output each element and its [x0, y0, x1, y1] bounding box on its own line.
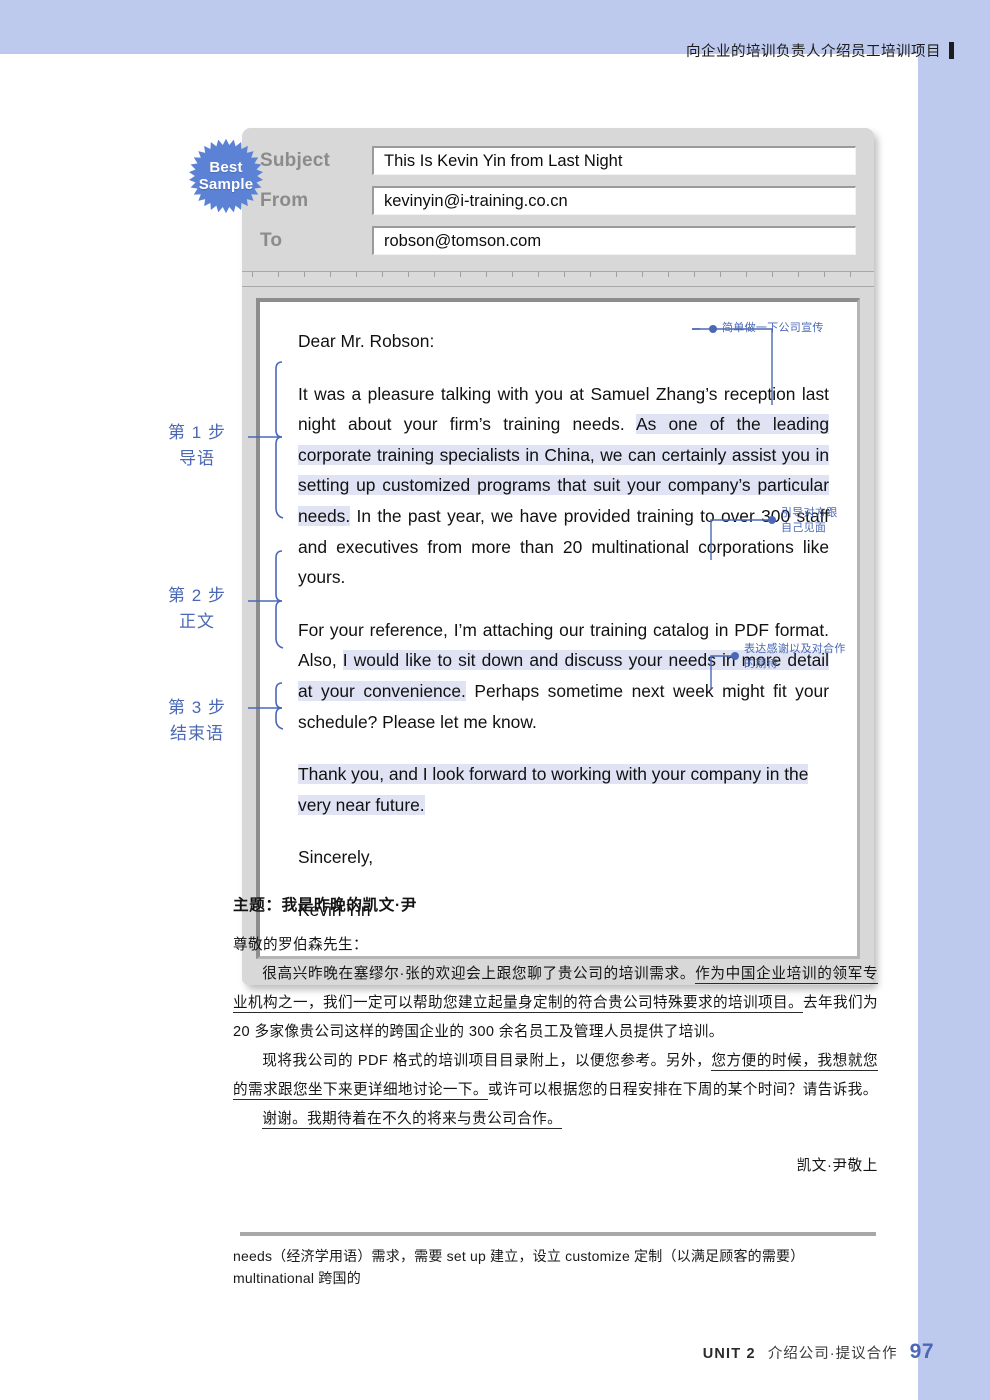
annotation-1-text: 简单做一下公司宣传	[722, 322, 824, 334]
step-marker-2: 第 2 步 正文	[142, 583, 252, 635]
best-sample-badge: Best Sample	[188, 138, 264, 214]
ruler-tick	[330, 272, 331, 277]
ruler-tick	[746, 272, 747, 277]
translation-paragraph-2: 现将我公司的 PDF 格式的培训项目目录附上，以便您参考。另外，您方便的时候，我…	[233, 1047, 878, 1105]
letter-paragraph-3: Thank you, and I look forward to working…	[298, 759, 829, 820]
tp2-b: 或许可以根据您的日程安排在下周的某个时间？请告诉我。	[487, 1082, 878, 1098]
ruler-tick	[616, 272, 617, 277]
email-header: Subject This Is Kevin Yin from Last Nigh…	[242, 128, 874, 271]
annotation-3-line-1: 表达感谢以及对合作	[744, 643, 846, 655]
ruler-tick	[382, 272, 383, 277]
to-label: To	[260, 229, 283, 251]
subject-input[interactable]: This Is Kevin Yin from Last Night	[372, 146, 856, 175]
tp3-underlined: 谢谢。我期待着在不久的将来与贵公司合作。	[262, 1111, 563, 1129]
running-head-text: 向企业的培训负责人介绍员工培训项目	[686, 44, 941, 60]
letter-closing: Sincerely,	[298, 847, 374, 868]
letter-paragraph-1: It was a pleasure talking with you at Sa…	[298, 379, 829, 593]
annotation-2: 引导对方跟 自己见面	[781, 506, 838, 536]
from-input[interactable]: kevinyin@i-training.co.cn	[372, 186, 856, 215]
email-body-wrapper: Dear Mr. Robson: It was a pleasure talki…	[242, 287, 874, 985]
ruler-tick	[824, 272, 825, 277]
running-head: 向企业的培训负责人介绍员工培训项目	[686, 40, 954, 61]
ruler-tick	[564, 272, 565, 277]
ruler-tick	[486, 272, 487, 277]
email-body-text-area[interactable]: Dear Mr. Robson: It was a pleasure talki…	[256, 298, 860, 959]
ruler-tick	[512, 272, 513, 277]
ruler-tick	[252, 272, 253, 277]
email-client-panel: Subject This Is Kevin Yin from Last Nigh…	[242, 128, 874, 985]
ruler-tick	[720, 272, 721, 277]
step-marker-3: 第 3 步 结束语	[142, 695, 252, 747]
annotation-1: 简单做一下公司宣传	[722, 321, 824, 336]
from-label: From	[260, 189, 309, 211]
page-footer: UNIT 2 介绍公司·提议合作 97	[703, 1340, 934, 1364]
ruler-tick	[460, 272, 461, 277]
ruler-tick	[642, 272, 643, 277]
ruler-tick	[408, 272, 409, 277]
step-2-title: 第 2 步	[168, 586, 226, 605]
annotation-3: 表达感谢以及对合作 的期待	[744, 642, 846, 672]
translation-signature: 凯文·尹敬上	[796, 1158, 878, 1174]
ruler-tick	[798, 272, 799, 277]
email-field-row-subject: Subject This Is Kevin Yin from Last Nigh…	[260, 146, 856, 175]
p1-after: In the past year, we have provided train…	[298, 505, 829, 588]
ruler-tick	[850, 272, 851, 277]
ruler-tick	[356, 272, 357, 277]
annotation-2-line-1: 引导对方跟	[781, 507, 838, 519]
footer-page-number: 97	[909, 1340, 934, 1363]
to-input[interactable]: robson@tomson.com	[372, 226, 856, 255]
step-marker-1: 第 1 步 导语	[142, 420, 252, 472]
badge-line-2: Sample	[198, 176, 254, 193]
ruler-tick	[694, 272, 695, 277]
glossary-divider	[240, 1232, 876, 1236]
footer-topic: 介绍公司·提议合作	[767, 1346, 898, 1362]
step-3-title: 第 3 步	[168, 698, 226, 717]
tp1-a: 很高兴昨晚在塞缪尔·张的欢迎会上跟您聊了贵公司的培训需求。	[262, 966, 696, 982]
glossary-block: needs（经济学用语）需求，需要 set up 建立，设立 customize…	[233, 1245, 883, 1289]
ruler-tick	[538, 272, 539, 277]
footer-unit: UNIT 2	[702, 1346, 756, 1362]
step-3-subtitle: 结束语	[170, 724, 224, 743]
ruler-tick	[772, 272, 773, 277]
annotation-2-line-2: 自己见面	[781, 522, 827, 534]
step-1-subtitle: 导语	[179, 449, 215, 468]
best-sample-label: Best Sample	[188, 138, 264, 214]
tp2-a: 现将我公司的 PDF 格式的培训项目目录附上，以便您参考。另外，	[262, 1053, 712, 1069]
email-field-row-to: To robson@tomson.com	[260, 226, 856, 255]
composer-ruler	[242, 271, 874, 287]
translation-title: 主题：我是昨晚的凯文·尹	[233, 897, 417, 914]
step-1-title: 第 1 步	[168, 423, 226, 442]
ruler-tick	[278, 272, 279, 277]
subject-label: Subject	[260, 149, 331, 171]
glossary-line-2: multinational 跨国的	[233, 1270, 361, 1286]
email-field-row-from: From kevinyin@i-training.co.cn	[260, 186, 856, 215]
ruler-tick	[668, 272, 669, 277]
badge-line-1: Best	[209, 159, 243, 176]
glossary-line-1: needs（经济学用语）需求，需要 set up 建立，设立 customize…	[233, 1248, 805, 1264]
annotation-3-line-2: 的期待	[744, 658, 778, 670]
ruler-tick	[434, 272, 435, 277]
running-head-bar-icon	[949, 42, 954, 59]
translation-paragraph-3: 谢谢。我期待着在不久的将来与贵公司合作。	[233, 1105, 878, 1134]
translation-salutation: 尊敬的罗伯森先生：	[233, 937, 368, 953]
translation-paragraph-1: 很高兴昨晚在塞缪尔·张的欢迎会上跟您聊了贵公司的培训需求。作为中国企业培训的领军…	[233, 960, 878, 1047]
ruler-tick	[304, 272, 305, 277]
p3-highlight: Thank you, and I look forward to working…	[298, 764, 809, 815]
translation-block: 主题：我是昨晚的凯文·尹 尊敬的罗伯森先生： 很高兴昨晚在塞缪尔·张的欢迎会上跟…	[233, 893, 878, 1175]
letter-paragraph-2: For your reference, I’m attaching our tr…	[298, 615, 829, 737]
step-2-subtitle: 正文	[179, 612, 215, 631]
ruler-tick	[590, 272, 591, 277]
